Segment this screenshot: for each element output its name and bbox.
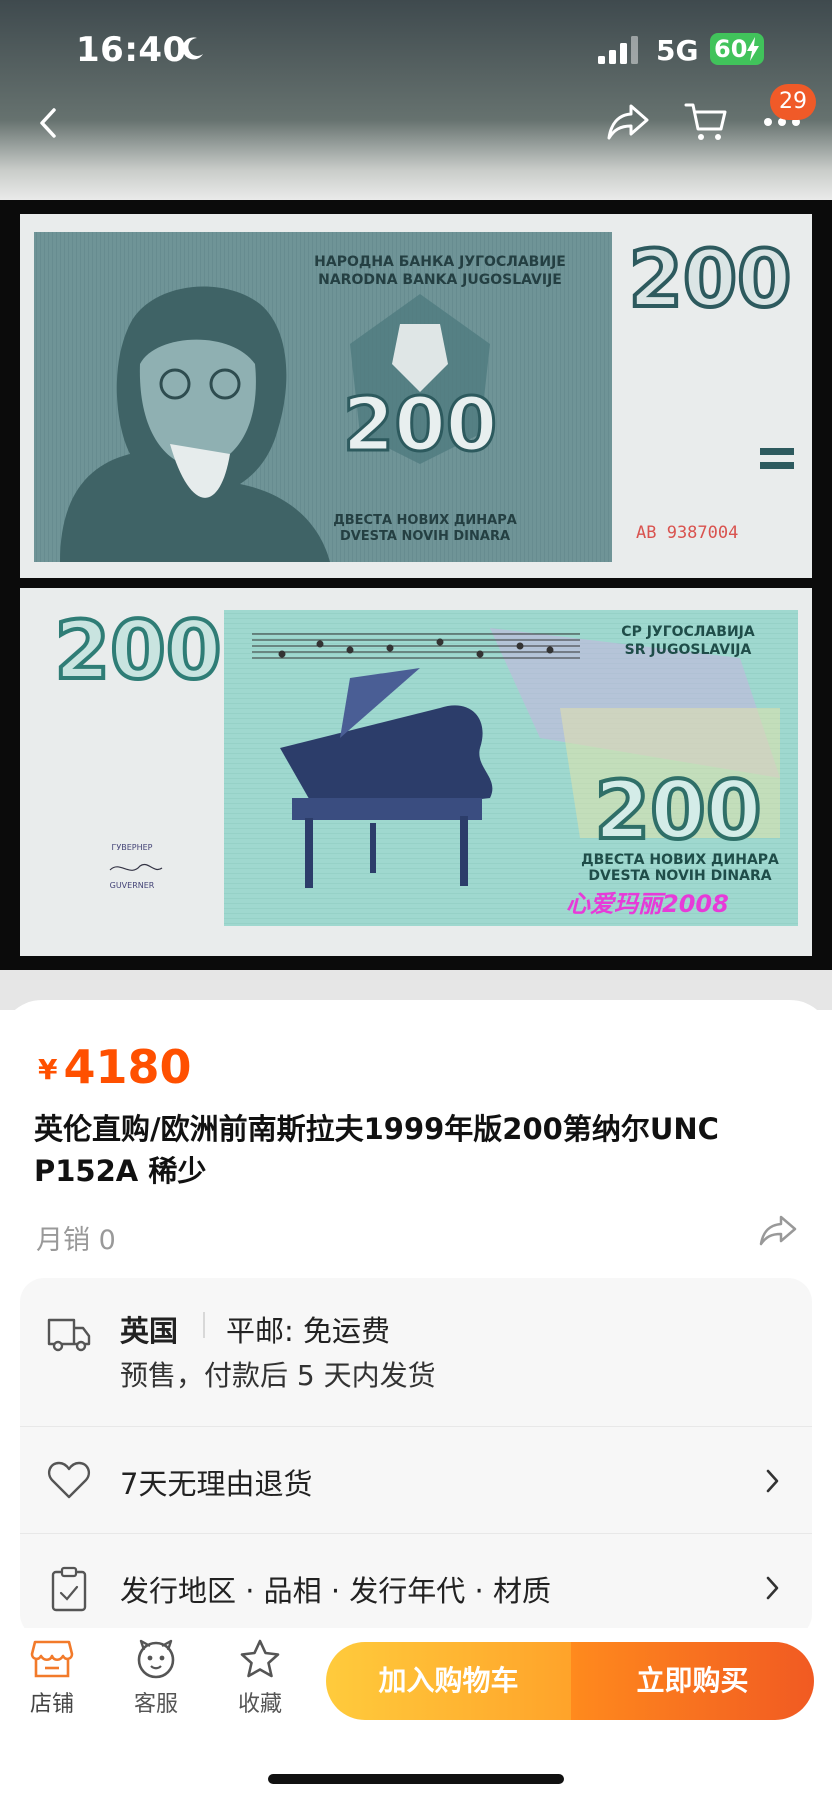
share-icon[interactable] xyxy=(758,1214,798,1248)
service-info-box: 英国 平邮: 免运费 预售，付款后 5 天内发货 7天无理由退货 发行地区 · … xyxy=(20,1278,812,1638)
chevron-right-icon xyxy=(766,1469,779,1493)
governor-label-cyrillic: ГУВЕРНЕР xyxy=(111,843,152,852)
governor-label-latin: GUVERNER xyxy=(110,881,155,890)
service-icon xyxy=(137,1639,175,1679)
banknote-front-art: 200 НАРОДНА БАНКА ЈУГОСЛАВИЈЕ NARODNA BA… xyxy=(34,232,794,562)
banknote-back-art: 200 СР ЈУГОСЛАВИЈА SR JUGOSLAVIJA 200 ДВ… xyxy=(53,602,798,926)
back-words-cyrillic: ДВЕСТА НОВИХ ДИНАРА xyxy=(581,852,779,868)
divider xyxy=(203,1312,205,1338)
ship-origin: 英国 xyxy=(120,1314,179,1348)
front-center-denomination: 200 xyxy=(343,382,497,468)
shipping-row[interactable]: 英国 平邮: 免运费 预售，付款后 5 天内发货 xyxy=(20,1278,812,1426)
presale-notice: 预售，付款后 5 天内发货 xyxy=(120,1359,436,1392)
banknote-back: 200 СР ЈУГОСЛАВИЈА SR JUGOSLAVIJA 200 ДВ… xyxy=(20,588,812,956)
battery-level: 60 xyxy=(714,35,748,63)
truck-icon xyxy=(47,1318,91,1352)
clipboard-icon xyxy=(51,1566,87,1612)
status-time: 16:40 xyxy=(76,30,187,70)
serial-number: AB 9387004 xyxy=(636,523,738,543)
top-nav xyxy=(0,90,832,160)
return-policy-row[interactable]: 7天无理由退货 xyxy=(20,1427,812,1533)
back-arrow-icon[interactable] xyxy=(34,106,64,140)
back-country-latin: SR JUGOSLAVIJA xyxy=(625,642,752,658)
return-policy-text: 7天无理由退货 xyxy=(120,1467,313,1501)
favorite-label: 收藏 xyxy=(237,1692,282,1717)
price-value: 4180 xyxy=(63,1040,192,1094)
buy-now-button[interactable]: 立即购买 xyxy=(571,1642,814,1720)
cart-icon[interactable] xyxy=(684,100,728,144)
back-center-denomination: 200 xyxy=(595,764,762,857)
back-country-cyrillic: СР ЈУГОСЛАВИЈА xyxy=(621,624,755,640)
governor-signature xyxy=(109,864,163,871)
service-label: 客服 xyxy=(133,1692,178,1717)
shipping-fee: 平邮: 免运费 xyxy=(226,1314,390,1348)
heart-icon xyxy=(48,1461,90,1499)
moon-icon xyxy=(182,37,203,60)
front-title-cyrillic: НАРОДНА БАНКА ЈУГОСЛАВИЈЕ xyxy=(314,254,566,270)
monthly-sales: 月销 0 xyxy=(36,1225,116,1256)
status-bar: 16:40 5G 60 xyxy=(0,0,832,100)
front-words-cyrillic: ДВЕСТА НОВИХ ДИНАРА xyxy=(333,513,517,528)
price-currency: ¥ xyxy=(38,1053,58,1086)
home-indicator xyxy=(268,1774,564,1784)
cart-count-badge: 29 xyxy=(770,84,816,120)
parameters-text: 发行地区 · 品相 · 发行年代 · 材质 xyxy=(120,1574,551,1608)
seller-watermark: 心爱玛丽2008 xyxy=(566,890,729,918)
network-type: 5G xyxy=(656,34,699,67)
charging-icon xyxy=(747,37,759,61)
back-corner-denomination: 200 xyxy=(55,604,222,697)
shop-label: 店铺 xyxy=(29,1692,74,1717)
price: ¥4180 xyxy=(38,1040,192,1094)
star-icon xyxy=(240,1639,280,1678)
battery-indicator: 60 xyxy=(710,33,764,65)
parameters-row[interactable]: 发行地区 · 品相 · 发行年代 · 材质 xyxy=(20,1534,812,1638)
shop-tab[interactable]: 店铺 xyxy=(12,1638,92,1730)
front-words-latin: DVESTA NOVIH DINARA xyxy=(340,529,510,544)
back-words-latin: DVESTA NOVIH DINARA xyxy=(588,868,771,884)
front-corner-denomination: 200 xyxy=(629,235,792,325)
product-image-area[interactable]: 16:40 5G 60 29 200 НАРОДНА БАНКА ЈУГОСЛА… xyxy=(0,0,832,1010)
banknote-front: 200 НАРОДНА БАНКА ЈУГОСЛАВИЈЕ NARODNA BA… xyxy=(20,214,812,578)
favorite-tab[interactable]: 收藏 xyxy=(220,1638,300,1730)
add-to-cart-button[interactable]: 加入购物车 xyxy=(326,1642,571,1720)
share-icon[interactable] xyxy=(606,102,650,142)
front-title-latin: NARODNA BANKA JUGOSLAVIJE xyxy=(318,272,562,288)
banknote-image[interactable]: 200 НАРОДНА БАНКА ЈУГОСЛАВИЈЕ NARODNA BA… xyxy=(0,200,832,970)
customer-service-tab[interactable]: 客服 xyxy=(116,1638,196,1730)
product-title: 英伦直购/欧洲前南斯拉夫1999年版200第纳尔UNC P152A 稀少 xyxy=(34,1112,719,1188)
signal-icon xyxy=(598,36,638,64)
chevron-right-icon xyxy=(766,1576,779,1600)
shop-icon xyxy=(30,1640,74,1678)
